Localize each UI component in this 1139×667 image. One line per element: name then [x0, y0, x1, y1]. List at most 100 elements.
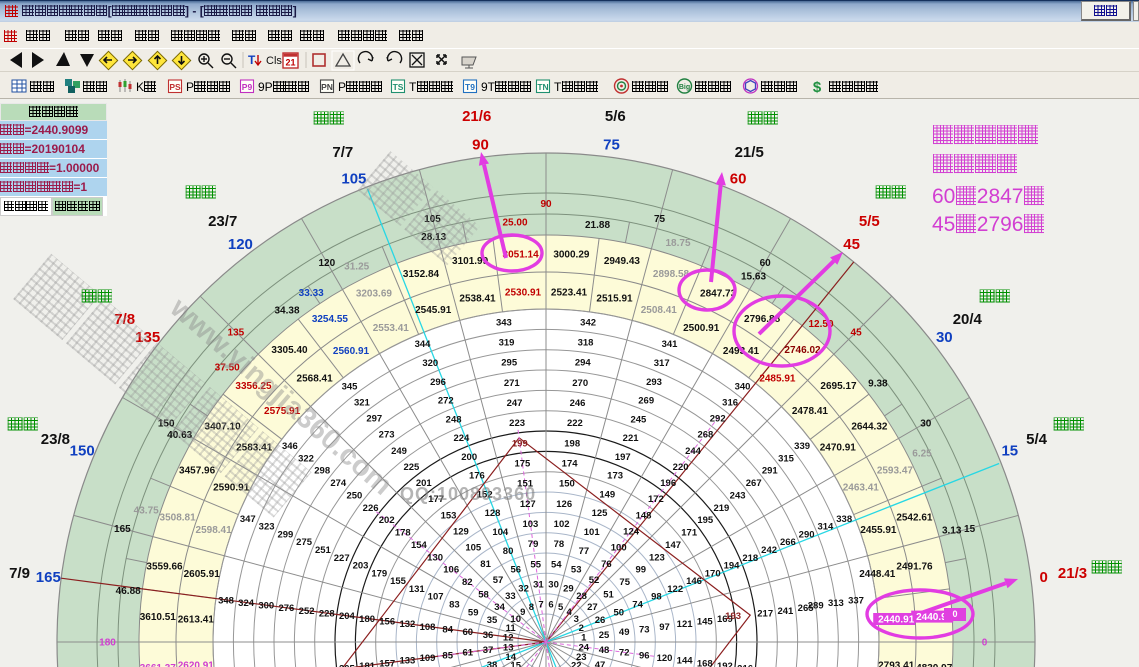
svg-text:343: 343	[496, 317, 512, 328]
svg-text:124: 124	[623, 527, 640, 538]
svg-text:84: 84	[442, 625, 453, 636]
svg-text:24: 24	[579, 642, 590, 653]
svg-text:2553.41: 2553.41	[373, 323, 410, 334]
svg-text:347: 347	[240, 514, 256, 525]
svg-text:120: 120	[318, 258, 335, 269]
svg-text:2491.76: 2491.76	[896, 562, 933, 573]
svg-text:128: 128	[485, 508, 501, 519]
svg-text:60: 60	[730, 171, 747, 188]
svg-text:318: 318	[578, 338, 594, 349]
svg-text:T9: T9	[465, 82, 475, 92]
svg-text:249: 249	[391, 446, 407, 457]
svg-text:4: 4	[567, 607, 573, 618]
svg-text:180: 180	[359, 614, 375, 625]
svg-text:202: 202	[379, 515, 395, 526]
svg-text:90: 90	[472, 137, 489, 154]
svg-text:34: 34	[494, 602, 505, 613]
svg-text:220: 220	[673, 462, 689, 473]
svg-text:290: 290	[799, 530, 815, 541]
svg-text:195: 195	[697, 515, 714, 526]
svg-text:PN: PN	[321, 82, 333, 92]
svg-text:3559.66: 3559.66	[146, 562, 183, 573]
svg-text:319: 319	[499, 338, 515, 349]
svg-text:276: 276	[278, 603, 294, 614]
svg-text:345: 345	[342, 381, 359, 392]
svg-text:59: 59	[468, 607, 479, 618]
svg-text:107: 107	[428, 592, 444, 603]
svg-text:3254.55: 3254.55	[312, 314, 349, 325]
svg-text:274: 274	[330, 478, 347, 489]
svg-text:48: 48	[599, 645, 610, 656]
svg-text:148: 148	[636, 510, 652, 521]
svg-text:54: 54	[551, 559, 562, 570]
svg-text:15: 15	[1001, 442, 1018, 459]
svg-text:199: 199	[512, 438, 528, 449]
svg-text:25: 25	[599, 630, 610, 641]
svg-text:60: 60	[760, 258, 772, 269]
svg-text:340: 340	[735, 381, 751, 392]
svg-text:205: 205	[339, 664, 356, 667]
svg-text:2593.47: 2593.47	[877, 466, 914, 477]
svg-text:3: 3	[574, 614, 579, 625]
svg-text:2644.32: 2644.32	[851, 422, 888, 433]
svg-text:58: 58	[478, 589, 489, 600]
svg-text:156: 156	[379, 617, 395, 628]
svg-text:295: 295	[501, 358, 518, 369]
svg-text:291: 291	[762, 466, 779, 477]
svg-text:338: 338	[836, 514, 852, 525]
svg-text:80: 80	[503, 546, 514, 557]
svg-text:2478.41: 2478.41	[792, 406, 829, 417]
svg-text:74: 74	[632, 600, 643, 611]
svg-text:3203.69: 3203.69	[356, 289, 393, 300]
svg-text:3000.29: 3000.29	[553, 249, 590, 260]
svg-text:320: 320	[422, 358, 438, 369]
svg-text:121: 121	[677, 619, 694, 630]
svg-text:81: 81	[480, 559, 491, 570]
svg-text:218: 218	[742, 553, 758, 564]
svg-text:180: 180	[99, 638, 116, 649]
svg-text:2523.41: 2523.41	[551, 287, 588, 298]
svg-text:120: 120	[228, 236, 253, 253]
svg-text:2515.91: 2515.91	[596, 293, 633, 304]
svg-text:273: 273	[379, 430, 395, 441]
svg-text:36: 36	[483, 630, 494, 641]
svg-text:Big: Big	[679, 84, 690, 91]
svg-text:226: 226	[363, 503, 379, 514]
svg-text:PS: PS	[169, 82, 181, 92]
svg-text:5/5: 5/5	[859, 213, 880, 230]
svg-text:243: 243	[730, 490, 746, 501]
svg-text:2542.61: 2542.61	[896, 513, 933, 524]
svg-text:101: 101	[584, 527, 601, 538]
svg-text:7: 7	[538, 600, 543, 611]
svg-text:T: T	[248, 53, 256, 67]
svg-text:46.88: 46.88	[116, 586, 141, 597]
svg-text:98: 98	[651, 592, 662, 603]
svg-text:293: 293	[646, 377, 662, 388]
svg-text:250: 250	[346, 490, 362, 501]
svg-text:223: 223	[509, 418, 525, 429]
svg-text:246: 246	[570, 398, 586, 409]
svg-text:23/7: 23/7	[208, 213, 237, 230]
svg-text:96: 96	[639, 650, 650, 661]
svg-text:83: 83	[449, 600, 460, 611]
svg-text:51: 51	[603, 589, 614, 600]
svg-text:203: 203	[353, 561, 369, 572]
svg-text:106: 106	[443, 565, 459, 576]
svg-text:90: 90	[540, 199, 552, 210]
svg-text:197: 197	[615, 452, 631, 463]
svg-text:275: 275	[296, 537, 313, 548]
svg-text:267: 267	[746, 478, 762, 489]
svg-text:2508.41: 2508.41	[641, 305, 678, 316]
svg-text:192: 192	[717, 661, 733, 667]
svg-text:289: 289	[808, 601, 824, 612]
svg-text:270: 270	[572, 378, 588, 389]
svg-text:126: 126	[556, 499, 572, 510]
svg-text:129: 129	[453, 527, 469, 538]
svg-text:144: 144	[677, 656, 694, 667]
svg-text:133: 133	[399, 656, 415, 667]
svg-text:TN: TN	[537, 82, 548, 92]
svg-text:296: 296	[430, 377, 446, 388]
svg-text:97: 97	[659, 622, 670, 633]
svg-text:271: 271	[504, 378, 521, 389]
svg-text:21/3: 21/3	[1058, 565, 1087, 582]
